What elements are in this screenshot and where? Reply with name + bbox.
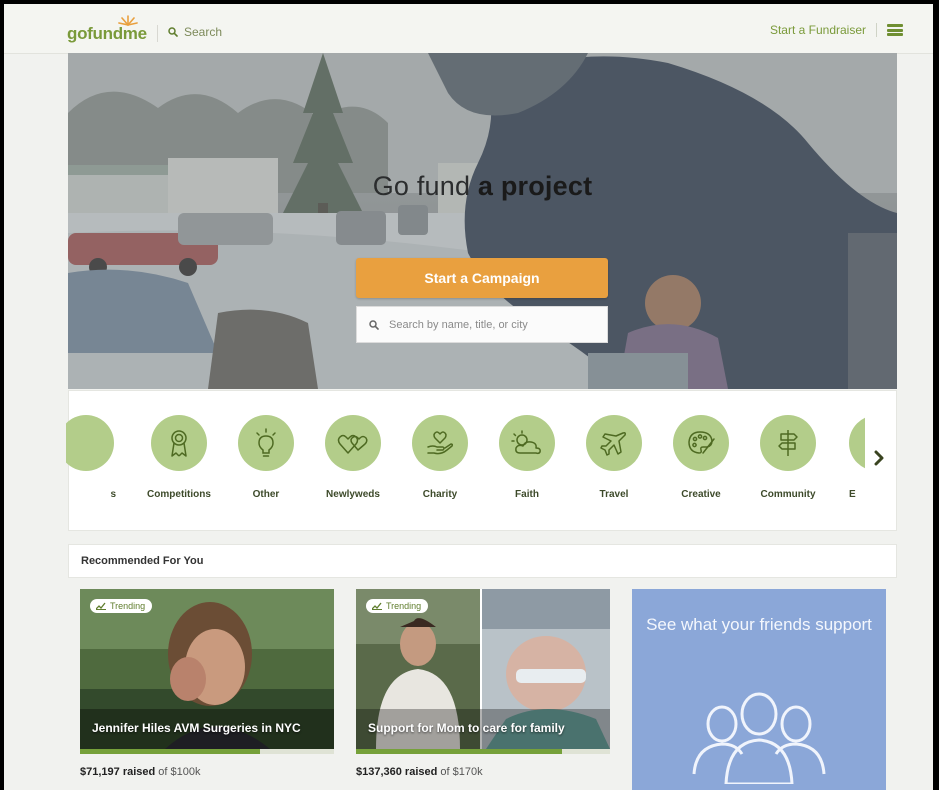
raised-amount: $137,360 raised of $170k xyxy=(356,766,610,778)
category-circle xyxy=(325,415,381,471)
trending-badge: Trending xyxy=(366,599,429,613)
partial-category-icon xyxy=(849,415,865,471)
goal-value: of $170k xyxy=(440,766,483,778)
heart-in-hand-icon xyxy=(427,431,454,455)
airplane-icon xyxy=(600,432,626,456)
search-icon xyxy=(369,319,379,330)
category-circle xyxy=(499,415,555,471)
start-campaign-button[interactable]: Start a Campaign xyxy=(356,258,608,298)
progress-bar xyxy=(80,749,334,754)
category-circle xyxy=(238,415,294,471)
hero-title: Go fund a project xyxy=(68,171,897,202)
campaign-card-1[interactable]: Trending Jennifer Hiles AVM Surgeries in… xyxy=(80,589,334,778)
goal-value: of $100k xyxy=(158,766,201,778)
category-circle xyxy=(151,415,207,471)
people-group-icon xyxy=(692,692,826,784)
progress-fill xyxy=(80,749,261,754)
campaign-card-image[interactable]: Trending Support for Mom to care for fam… xyxy=(356,589,610,749)
palette-icon xyxy=(688,431,715,454)
friends-support-text: See what your friends support xyxy=(646,615,872,634)
hero-banner: Go fund a project Start a Campaign xyxy=(68,53,897,389)
raised-value: $137,360 raised xyxy=(356,766,438,778)
category-label: Charity xyxy=(422,489,458,500)
hero-search-input[interactable] xyxy=(387,317,591,332)
site-header: gofundme Search Start a Fundraiser xyxy=(4,4,933,54)
friends-support-card[interactable]: See what your friends support xyxy=(632,589,886,790)
category-carousel: s Competitions Other Newlyweds Charity F… xyxy=(66,390,897,531)
campaign-title[interactable]: Support for Mom to care for family xyxy=(368,721,565,735)
trending-chart-icon xyxy=(372,602,382,610)
category-item-competitions[interactable]: Competitions xyxy=(139,415,219,500)
category-label: s xyxy=(110,489,116,500)
trending-chart-icon xyxy=(96,602,106,610)
trending-label: Trending xyxy=(110,601,146,611)
recommended-title: Recommended For You xyxy=(81,555,204,567)
category-item-newlyweds[interactable]: Newlyweds xyxy=(313,415,393,500)
hamburger-menu-icon[interactable] xyxy=(887,24,903,36)
raised-amount: $71,197 raised of $100k xyxy=(80,766,334,778)
campaign-card-image[interactable]: Trending Jennifer Hiles AVM Surgeries in… xyxy=(80,589,334,749)
page: gofundme Search Start a Fundraiser Go fu… xyxy=(4,4,933,790)
category-label: Creative xyxy=(681,489,721,500)
header-search[interactable]: Search xyxy=(168,25,222,39)
hearts-icon xyxy=(337,434,368,454)
logo-text: gofundme xyxy=(67,24,147,43)
category-label: Other xyxy=(252,489,280,500)
gofundme-logo[interactable]: gofundme xyxy=(67,15,147,43)
hero-title-light: Go fund xyxy=(372,171,471,201)
partial-category-icon xyxy=(66,415,114,471)
category-item-travel[interactable]: Travel xyxy=(574,415,654,500)
search-icon xyxy=(168,27,178,37)
category-label: E xyxy=(849,489,856,500)
header-search-label: Search xyxy=(184,25,223,39)
logo-sun-icon xyxy=(118,15,138,26)
header-divider-right xyxy=(876,23,877,37)
category-item-faith[interactable]: Faith xyxy=(487,415,567,500)
category-circle xyxy=(673,415,729,471)
header-right: Start a Fundraiser xyxy=(770,23,903,37)
category-item-community[interactable]: Community xyxy=(748,415,828,500)
category-item-charity[interactable]: Charity xyxy=(400,415,480,500)
category-label: Newlyweds xyxy=(326,489,380,500)
trending-badge: Trending xyxy=(90,599,153,613)
recommended-section-header: Recommended For You xyxy=(68,544,897,578)
raised-value: $71,197 raised xyxy=(80,766,156,778)
hero-title-bold: a project xyxy=(477,171,593,201)
progress-fill xyxy=(356,749,562,754)
category-label: Competitions xyxy=(147,489,211,500)
category-item-other[interactable]: Other xyxy=(226,415,306,500)
category-circle xyxy=(760,415,816,471)
chevron-right-icon[interactable] xyxy=(873,450,885,466)
category-item-partial-left[interactable]: s xyxy=(66,415,126,500)
category-label: Faith xyxy=(515,489,539,500)
trending-label: Trending xyxy=(386,601,422,611)
category-item-creative[interactable]: Creative xyxy=(661,415,741,500)
category-circle xyxy=(586,415,642,471)
category-label: Community xyxy=(760,489,816,500)
sun-cloud-icon xyxy=(511,430,541,455)
ribbon-award-icon xyxy=(171,430,187,457)
signpost-icon xyxy=(778,430,798,456)
header-divider xyxy=(157,25,158,42)
lightbulb-icon xyxy=(256,428,276,457)
window-frame-right xyxy=(933,0,939,790)
campaign-card-2[interactable]: Trending Support for Mom to care for fam… xyxy=(356,589,610,778)
campaign-title[interactable]: Jennifer Hiles AVM Surgeries in NYC xyxy=(92,721,301,735)
start-fundraiser-link[interactable]: Start a Fundraiser xyxy=(770,23,866,37)
category-circle xyxy=(412,415,468,471)
category-item-partial-right[interactable]: E xyxy=(845,415,865,500)
progress-bar xyxy=(356,749,610,754)
category-label: Travel xyxy=(599,489,629,500)
hero-search-box[interactable] xyxy=(356,306,608,343)
